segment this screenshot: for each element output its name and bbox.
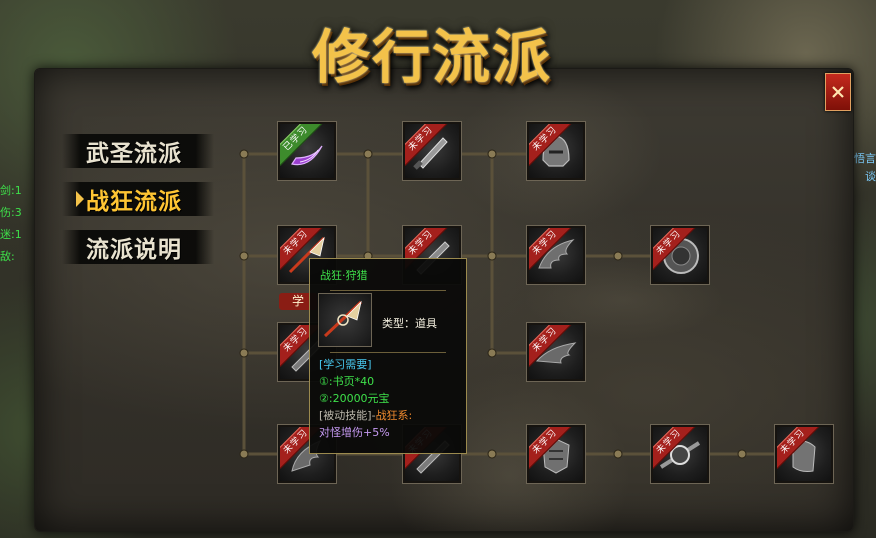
skill-slot[interactable]: 未学习 [650, 225, 710, 285]
spear-skill-icon [323, 300, 363, 338]
skill-slot[interactable]: 未学习 [526, 322, 586, 382]
tooltip-divider [330, 352, 446, 353]
tooltip-divider [330, 290, 446, 291]
passive-line: [被动技能]-战狂系: [319, 407, 412, 424]
skill-slot[interactable]: 未学习 [650, 424, 710, 484]
tab-arrow-icon [76, 191, 84, 207]
tooltip-title: 战狂·狩猎 [320, 269, 368, 282]
effect-text: 对怪增伤+5% [319, 426, 390, 439]
tab-label: 武圣流派 [86, 140, 182, 167]
skill-slot[interactable]: 已学习 [277, 121, 337, 181]
requirement-item: ②:20000元宝 [319, 392, 390, 405]
close-icon [832, 86, 844, 98]
tooltip-requirements: [学习需要] ①:书页*40 ②:20000元宝 [被动技能]-战狂系: 对怪增… [319, 356, 412, 441]
requirement-item: ①:书页*40 [319, 375, 375, 388]
close-button[interactable] [825, 73, 851, 111]
hud-left-stats: 剑:1 伤:3 迷:1 敌: [0, 180, 36, 330]
skill-tooltip: 战狂·狩猎 类型：道具 [学习需要] ①:书页*40 ②:20000元宝 [被动… [309, 258, 467, 454]
hud-left-stat: 敌: [0, 250, 15, 263]
panel-title: 修行流派 [311, 23, 552, 91]
skill-slot[interactable]: 未学习 [526, 424, 586, 484]
skill-slot[interactable]: 未学习 [402, 121, 462, 181]
tooltip-type: 类型：道具 [382, 317, 437, 330]
tab-description[interactable]: 流派说明 [62, 230, 214, 264]
passive-label: [被动技能]- [319, 409, 376, 422]
requirement-header: [学习需要] [319, 358, 372, 371]
tab-label: 战狂流派 [86, 188, 182, 215]
skill-slot[interactable]: 未学习 [774, 424, 834, 484]
skill-slot[interactable]: 未学习 [526, 225, 586, 285]
tab-label: 流派说明 [86, 236, 182, 263]
hud-left-stat: 迷:1 [0, 228, 22, 241]
passive-school: 战狂系: [375, 409, 413, 422]
tab-zhankuang[interactable]: 战狂流派 [62, 182, 214, 216]
tooltip-item-icon [318, 293, 372, 347]
hud-left-stat: 伤:3 [0, 206, 22, 219]
tab-wusheng[interactable]: 武圣流派 [62, 134, 214, 168]
skill-slot[interactable]: 未学习 [526, 121, 586, 181]
hud-left-stat: 剑:1 [0, 184, 22, 197]
